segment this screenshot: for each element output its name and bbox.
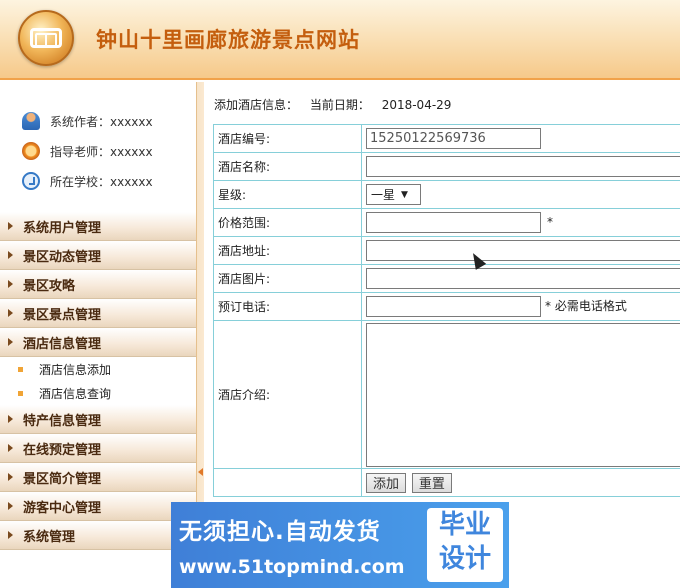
menu-label: 游客中心管理 bbox=[23, 500, 102, 516]
menu-label: 景区攻略 bbox=[23, 278, 76, 294]
form-row-hotel-name: 酒店名称: bbox=[213, 152, 680, 181]
price-input[interactable] bbox=[366, 212, 541, 233]
submenu-hotel-query[interactable]: 酒店信息查询 bbox=[0, 381, 196, 405]
chevron-right-icon bbox=[8, 502, 13, 510]
chevron-right-icon bbox=[8, 444, 13, 452]
bullet-icon bbox=[18, 366, 23, 372]
menu-system-settings[interactable]: 系统管理 bbox=[0, 521, 196, 550]
star-select[interactable]: 一星 ▼ bbox=[366, 184, 421, 205]
menu-system-users[interactable]: 系统用户管理 bbox=[0, 212, 196, 241]
date-label: 当前日期： bbox=[309, 98, 370, 112]
author-text: 系统作者：xxxxxx bbox=[50, 114, 153, 129]
form-row-price: 价格范围: * bbox=[213, 208, 680, 237]
menu-online-booking[interactable]: 在线预定管理 bbox=[0, 434, 196, 463]
bullet-icon bbox=[18, 390, 23, 396]
chevron-right-icon bbox=[8, 251, 13, 259]
page-header: 添加酒店信息： 当前日期： 2018-04-29 bbox=[214, 96, 459, 113]
chevron-right-icon bbox=[8, 415, 13, 423]
menu-hotel-info[interactable]: 酒店信息管理 bbox=[0, 328, 196, 357]
form-row-address: 酒店地址: bbox=[213, 236, 680, 265]
form-row-star: 星级: 一星 ▼ bbox=[213, 180, 680, 209]
menu-label: 酒店信息管理 bbox=[23, 336, 102, 352]
menu-scenic-intro[interactable]: 景区简介管理 bbox=[0, 463, 196, 492]
submenu-label: 酒店信息查询 bbox=[39, 386, 112, 401]
star-select-value: 一星 bbox=[371, 188, 396, 202]
watermark-banner: 无须担心.自动发货 www.51topmind.com 毕业 设计 bbox=[171, 502, 509, 588]
form-row-intro: 酒店介绍: bbox=[213, 320, 680, 469]
collapse-arrow-icon[interactable] bbox=[198, 468, 203, 476]
chevron-right-icon bbox=[8, 473, 13, 481]
menu-label: 在线预定管理 bbox=[23, 442, 102, 458]
school-icon bbox=[22, 172, 40, 190]
intro-textarea[interactable] bbox=[366, 322, 680, 467]
phone-label: 预订电话: bbox=[213, 292, 362, 321]
form-row-actions: 添加 重置 bbox=[213, 468, 680, 497]
sidebar: 系统作者：xxxxxx 指导老师：xxxxxx 所在学校：xxxxxx 系统用户… bbox=[0, 82, 196, 588]
submenu-label: 酒店信息添加 bbox=[39, 362, 112, 377]
menu-label: 系统用户管理 bbox=[23, 220, 102, 236]
info-row-teacher: 指导老师：xxxxxx bbox=[22, 136, 196, 166]
chevron-right-icon bbox=[8, 309, 13, 317]
menu-local-products[interactable]: 特产信息管理 bbox=[0, 405, 196, 434]
watermark-slogan: 无须担心.自动发货 bbox=[179, 519, 381, 545]
address-input[interactable] bbox=[366, 240, 680, 261]
teacher-icon bbox=[22, 142, 40, 160]
chevron-right-icon bbox=[8, 338, 13, 346]
site-logo bbox=[18, 10, 74, 66]
required-mark: * bbox=[547, 215, 553, 229]
site-title: 钟山十里画廊旅游景点网站 bbox=[96, 27, 360, 52]
phone-input[interactable] bbox=[366, 296, 541, 317]
teacher-text: 指导老师：xxxxxx bbox=[50, 144, 153, 159]
submenu-hotel-add[interactable]: 酒店信息添加 bbox=[0, 357, 196, 381]
menu-scenic-news[interactable]: 景区动态管理 bbox=[0, 241, 196, 270]
image-label: 酒店图片: bbox=[213, 264, 362, 293]
watermark-url: www.51topmind.com bbox=[179, 556, 405, 578]
hotel-id-input[interactable] bbox=[366, 128, 541, 149]
watermark-badge: 毕业 设计 bbox=[427, 508, 503, 582]
menu-visitor-center[interactable]: 游客中心管理 bbox=[0, 492, 196, 521]
menu-label: 景区动态管理 bbox=[23, 249, 102, 265]
chevron-right-icon bbox=[8, 280, 13, 288]
price-label: 价格范围: bbox=[213, 208, 362, 237]
hotel-name-label: 酒店名称: bbox=[213, 152, 362, 181]
form-row-image: 酒店图片: bbox=[213, 264, 680, 293]
reset-button[interactable]: 重置 bbox=[411, 472, 452, 493]
hotel-form: 酒店编号: 酒店名称: 星级: 一星▼ 价格范围: * 酒店地址: 酒店图片: … bbox=[213, 124, 680, 497]
hotel-name-input[interactable] bbox=[366, 156, 680, 177]
intro-label: 酒店介绍: bbox=[213, 320, 362, 469]
add-button[interactable]: 添加 bbox=[366, 472, 407, 493]
info-row-author: 系统作者：xxxxxx bbox=[22, 106, 196, 136]
menu-label: 景区简介管理 bbox=[23, 471, 102, 487]
phone-hint: * 必需电话格式 bbox=[545, 299, 627, 313]
watermark-badge-line1: 毕业 bbox=[438, 510, 491, 540]
watermark-badge-line2: 设计 bbox=[438, 544, 491, 574]
author-info: 系统作者：xxxxxx 指导老师：xxxxxx 所在学校：xxxxxx bbox=[0, 82, 196, 212]
menu-label: 系统管理 bbox=[23, 529, 76, 545]
school-text: 所在学校：xxxxxx bbox=[50, 174, 153, 189]
menu-label: 特产信息管理 bbox=[23, 413, 102, 429]
date-value: 2018-04-29 bbox=[381, 98, 452, 112]
header-banner: 钟山十里画廊旅游景点网站 bbox=[0, 0, 680, 80]
star-label: 星级: bbox=[213, 180, 362, 209]
page-title: 添加酒店信息： bbox=[214, 98, 299, 112]
chevron-right-icon bbox=[8, 531, 13, 539]
address-label: 酒店地址: bbox=[213, 236, 362, 265]
image-input[interactable] bbox=[366, 268, 680, 289]
info-row-school: 所在学校：xxxxxx bbox=[22, 166, 196, 196]
form-row-phone: 预订电话: * 必需电话格式 bbox=[213, 292, 680, 321]
form-row-hotel-id: 酒店编号: bbox=[213, 124, 680, 153]
author-icon bbox=[22, 112, 40, 130]
hotel-id-label: 酒店编号: bbox=[213, 124, 362, 153]
menu-label: 景区景点管理 bbox=[23, 307, 102, 323]
dropdown-arrow-icon: ▼ bbox=[401, 189, 408, 200]
menu-scenic-spots[interactable]: 景区景点管理 bbox=[0, 299, 196, 328]
chevron-right-icon bbox=[8, 222, 13, 230]
menu-travel-guide[interactable]: 景区攻略 bbox=[0, 270, 196, 299]
